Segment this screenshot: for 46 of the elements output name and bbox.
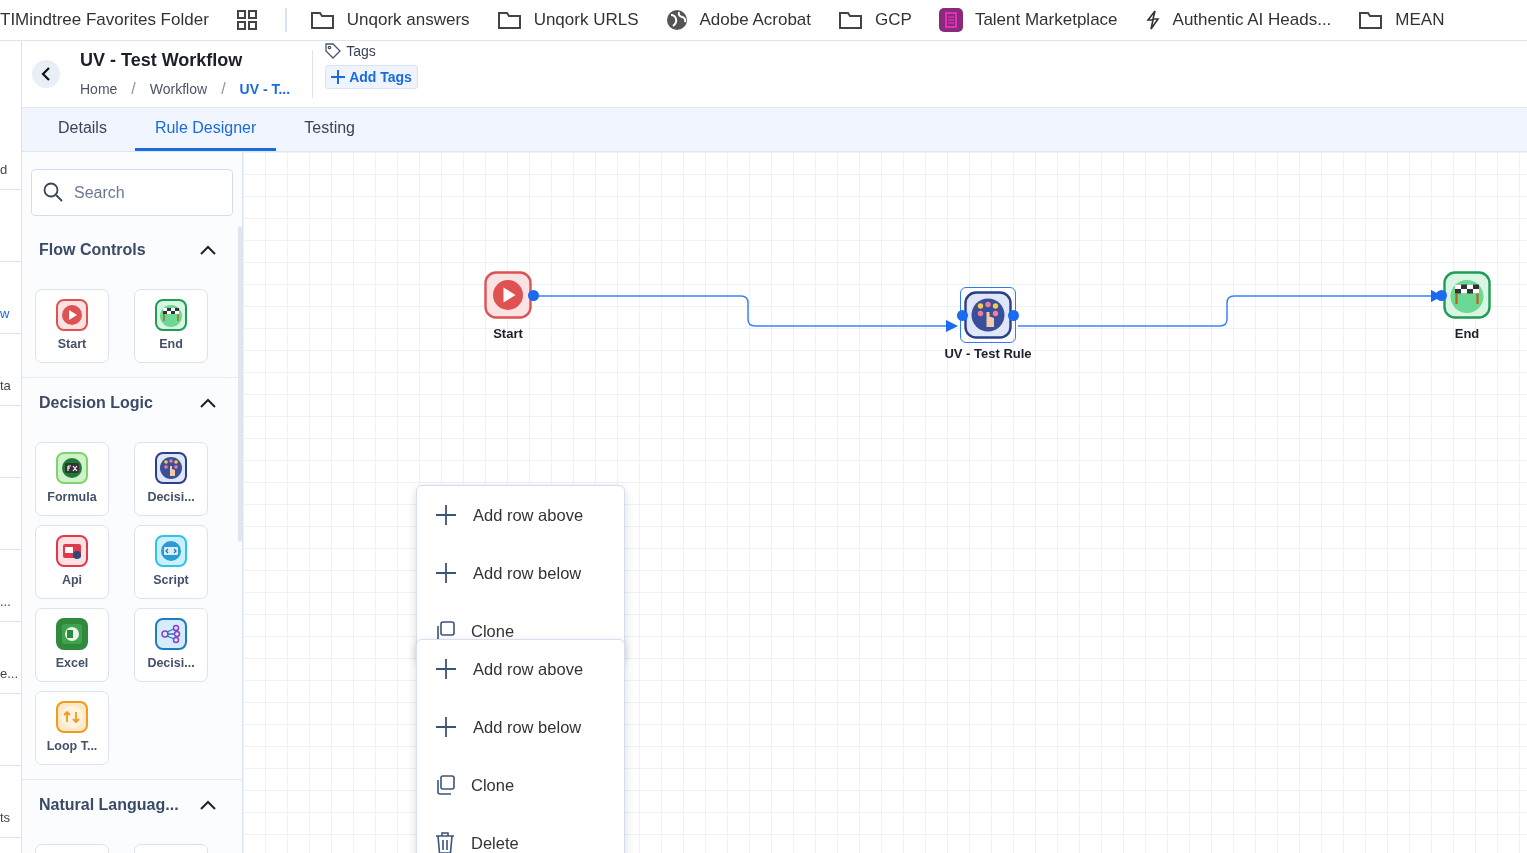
menu-item[interactable]: Add row below bbox=[417, 698, 624, 756]
component-tile[interactable]: Start bbox=[35, 289, 109, 363]
page-title: UV - Test Workflow bbox=[80, 50, 244, 71]
menu-item[interactable]: Add row above bbox=[417, 640, 624, 698]
bookmark-link[interactable]: Unqork answers bbox=[309, 10, 470, 30]
node-label: End bbox=[1454, 326, 1480, 341]
breadcrumb-link[interactable]: Workflow bbox=[149, 81, 208, 97]
section-title: Flow Controls bbox=[39, 241, 146, 259]
component-tile[interactable]: Formula bbox=[35, 442, 109, 516]
tab[interactable]: Testing bbox=[284, 108, 375, 151]
breadcrumb-separator: / bbox=[131, 80, 136, 98]
bookmark-link[interactable]: Talent Marketplace bbox=[938, 8, 1118, 32]
component-tile[interactable]: Excel bbox=[35, 608, 109, 682]
sidebar-item-text[interactable]: ta bbox=[0, 378, 11, 393]
section-title: Natural Languag... bbox=[39, 796, 179, 814]
component-tile[interactable]: Loop T... bbox=[35, 691, 109, 765]
search-field[interactable]: Search bbox=[31, 169, 233, 216]
menu-item[interactable]: Delete bbox=[417, 814, 624, 853]
component-tile[interactable]: Decisi... bbox=[134, 608, 208, 682]
bookmark-link[interactable]: MEAN bbox=[1358, 10, 1445, 30]
sidebar-item-text[interactable]: e... bbox=[0, 666, 19, 681]
node-label: Start bbox=[493, 326, 523, 341]
bookmark-link[interactable]: Unqork URLS bbox=[496, 10, 639, 30]
breadcrumb-separator: / bbox=[221, 80, 226, 98]
component-tile[interactable]: Api bbox=[35, 525, 109, 599]
bookmark-folder-link[interactable]: TIMindtree Favorites Folder bbox=[0, 10, 209, 30]
sidebar-item-text[interactable]: ts bbox=[0, 810, 11, 825]
tags-label: Tags bbox=[346, 43, 376, 59]
bookmark-link[interactable]: Adobe Acrobat bbox=[665, 9, 812, 31]
bookmark-link[interactable]: Authentic AI Heads... bbox=[1144, 10, 1332, 30]
component-tile[interactable]: End bbox=[134, 289, 208, 363]
tab[interactable]: Details bbox=[38, 108, 127, 151]
sidebar-link[interactable]: w bbox=[0, 306, 10, 321]
breadcrumb-link[interactable]: Home bbox=[80, 81, 118, 97]
component-tile[interactable]: Decisi... bbox=[134, 442, 208, 516]
menu-item[interactable]: Clone bbox=[417, 756, 624, 814]
bookmark-link[interactable]: GCP bbox=[838, 10, 912, 30]
menu-item[interactable]: Add row below bbox=[417, 544, 624, 602]
sidebar-item-text[interactable]: d bbox=[0, 162, 8, 177]
add-tags-button[interactable]: Add Tags bbox=[325, 65, 418, 89]
sidebar-item-text[interactable]: ... bbox=[0, 594, 11, 609]
section-title: Decision Logic bbox=[39, 394, 153, 412]
component-tile[interactable]: Script bbox=[134, 525, 208, 599]
node-label: UV - Test Rule bbox=[944, 346, 1032, 361]
breadcrumb-link[interactable]: UV - T... bbox=[239, 81, 291, 97]
menu-item[interactable]: Add row above bbox=[417, 486, 624, 544]
